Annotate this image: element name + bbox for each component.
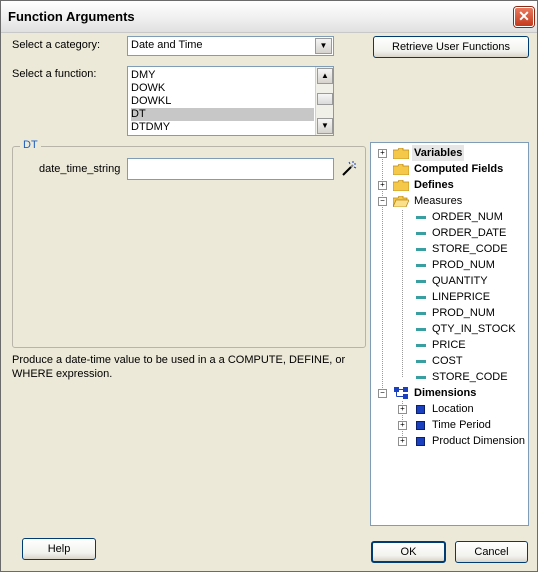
tree-leaf[interactable]: STORE_CODE xyxy=(432,241,508,257)
tree-leaf[interactable]: STORE_CODE xyxy=(432,369,508,385)
function-description: Produce a date-time value to be used in … xyxy=(12,354,346,380)
function-list[interactable]: DMY DOWK DOWKL DT DTDMY ▲ ▼ xyxy=(127,66,334,136)
list-item-selected[interactable]: DT xyxy=(131,108,314,121)
chevron-down-icon[interactable]: ▼ xyxy=(317,118,333,134)
expand-icon[interactable]: + xyxy=(378,149,387,158)
expand-icon[interactable]: + xyxy=(398,437,407,446)
dimension-icon xyxy=(416,405,425,414)
tree-node-time-period[interactable]: Time Period xyxy=(432,417,491,433)
tree-node-product-dimension[interactable]: Product Dimension xyxy=(432,433,525,449)
dimensions-hierarchy-icon xyxy=(394,387,408,399)
folder-icon xyxy=(393,164,409,175)
field-leaf-icon xyxy=(416,216,426,219)
category-label: Select a category: xyxy=(12,39,101,51)
expand-icon[interactable]: + xyxy=(398,405,407,414)
magic-wand-icon[interactable] xyxy=(340,160,358,178)
list-item[interactable]: DOWKL xyxy=(131,95,314,108)
tree-leaf[interactable]: PROD_NUM xyxy=(432,305,495,321)
ok-button[interactable]: OK xyxy=(371,541,446,563)
category-value: Date and Time xyxy=(131,39,203,51)
field-leaf-icon xyxy=(416,264,426,267)
open-folder-icon xyxy=(393,196,409,207)
list-item[interactable]: DOWK xyxy=(131,82,314,95)
tree-leaf[interactable]: COST xyxy=(432,353,463,369)
cancel-button[interactable]: Cancel xyxy=(455,541,528,563)
tree-leaf[interactable]: QUANTITY xyxy=(432,273,488,289)
field-leaf-icon xyxy=(416,248,426,251)
tree-leaf[interactable]: ORDER_DATE xyxy=(432,225,506,241)
tree-node-variables[interactable]: Variables xyxy=(412,145,465,161)
scrollbar-thumb[interactable] xyxy=(317,93,333,105)
collapse-icon[interactable]: − xyxy=(378,389,387,398)
collapse-icon[interactable]: − xyxy=(378,197,387,206)
list-item[interactable]: DTDMY xyxy=(131,121,314,134)
chevron-up-icon[interactable]: ▲ xyxy=(317,68,333,84)
chevron-down-icon[interactable]: ▼ xyxy=(315,38,332,54)
tree-node-computed-fields[interactable]: Computed Fields xyxy=(414,161,503,177)
field-leaf-icon xyxy=(416,312,426,315)
tree-leaf[interactable]: ORDER_NUM xyxy=(432,209,503,225)
field-leaf-icon xyxy=(416,280,426,283)
dimension-icon xyxy=(416,421,425,430)
tree-node-defines[interactable]: Defines xyxy=(414,177,454,193)
field-leaf-icon xyxy=(416,376,426,379)
tree-node-location[interactable]: Location xyxy=(432,401,474,417)
expand-icon[interactable]: + xyxy=(398,421,407,430)
folder-icon xyxy=(393,180,409,191)
tree-leaf[interactable]: LINEPRICE xyxy=(432,289,490,305)
field-leaf-icon xyxy=(416,344,426,347)
date-time-string-input[interactable] xyxy=(127,158,334,180)
date-time-string-label: date_time_string xyxy=(39,163,121,175)
dimension-icon xyxy=(416,437,425,446)
tree-leaf[interactable]: PRICE xyxy=(432,337,466,353)
field-leaf-icon xyxy=(416,296,426,299)
field-leaf-icon xyxy=(416,328,426,331)
list-item[interactable]: DMY xyxy=(131,69,314,82)
help-button[interactable]: Help xyxy=(22,538,96,560)
tree-leaf[interactable]: PROD_NUM xyxy=(432,257,495,273)
field-leaf-icon xyxy=(416,232,426,235)
function-label: Select a function: xyxy=(12,68,97,80)
category-select[interactable]: Date and Time ▼ xyxy=(127,36,334,56)
folder-icon xyxy=(393,148,409,159)
retrieve-user-functions-button[interactable]: Retrieve User Functions xyxy=(373,36,529,58)
expand-icon[interactable]: + xyxy=(378,181,387,190)
argument-group-legend: DT xyxy=(20,139,41,151)
field-leaf-icon xyxy=(416,360,426,363)
tree-node-dimensions[interactable]: Dimensions xyxy=(414,385,476,401)
tree-leaf[interactable]: QTY_IN_STOCK xyxy=(432,321,516,337)
field-tree[interactable]: + Variables Computed Fields + Defines − … xyxy=(370,142,529,526)
function-list-scrollbar[interactable]: ▲ ▼ xyxy=(315,67,333,135)
title-bar: Function Arguments ✕ xyxy=(1,1,537,33)
window-title: Function Arguments xyxy=(8,9,135,24)
close-icon[interactable]: ✕ xyxy=(514,7,534,27)
function-arguments-dialog: Function Arguments ✕ Select a category: … xyxy=(0,0,538,572)
tree-node-measures[interactable]: Measures xyxy=(414,193,462,209)
